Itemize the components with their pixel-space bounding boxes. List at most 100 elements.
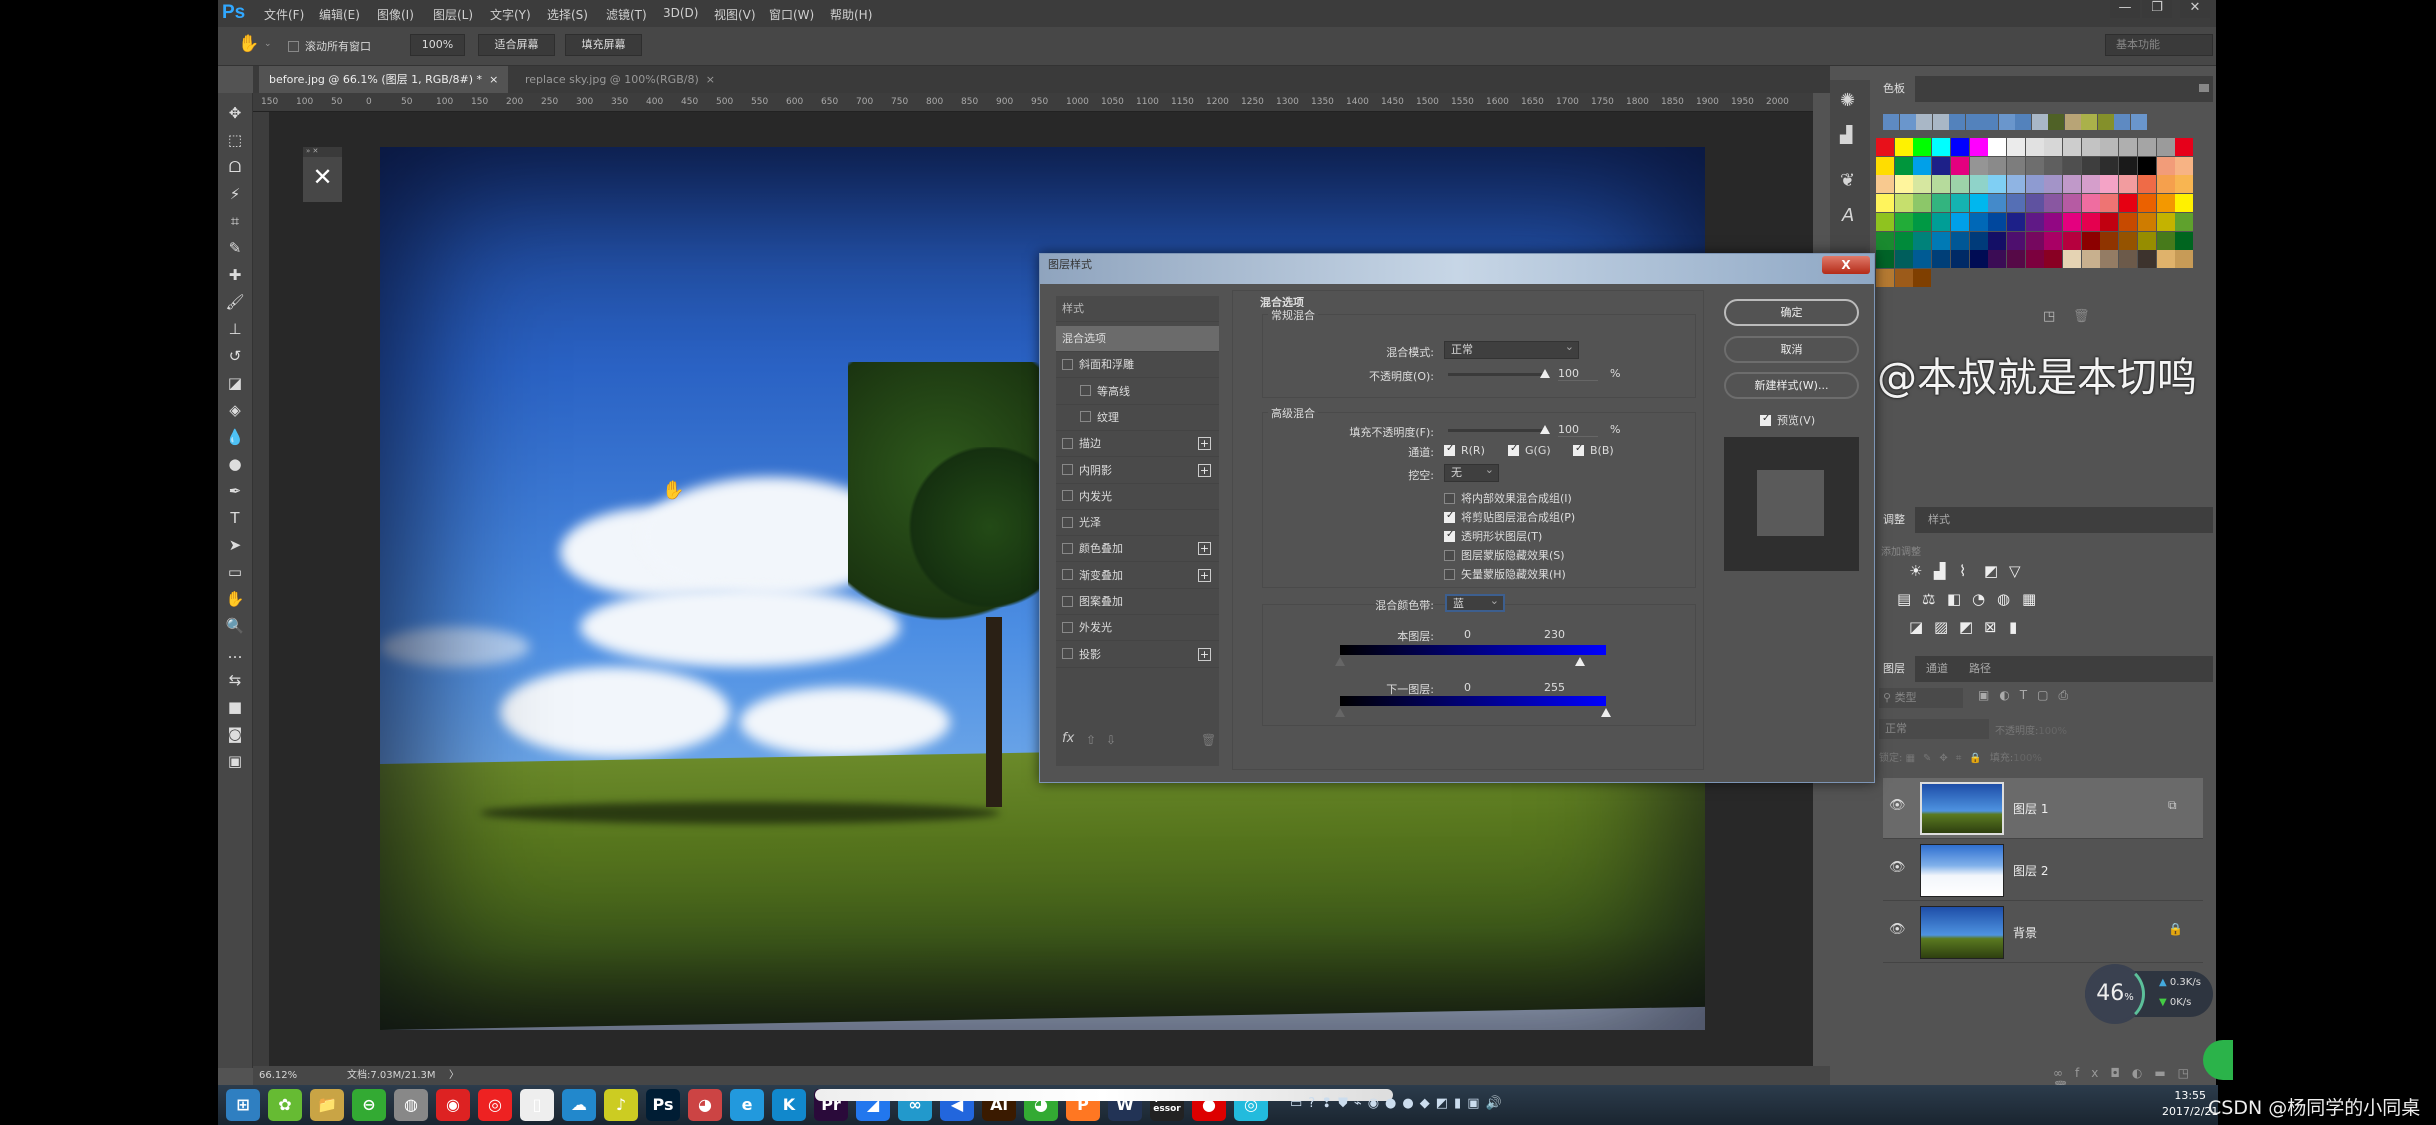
mask-icon[interactable]: ◘: [2110, 1066, 2132, 1080]
tray-icon[interactable]: ●: [1402, 1096, 1419, 1111]
close-tab-icon[interactable]: ×: [489, 73, 498, 86]
swatch[interactable]: [2100, 175, 2119, 194]
swatch[interactable]: [1913, 194, 1932, 213]
tab-adjustments[interactable]: 调整: [1873, 507, 1915, 533]
swatch[interactable]: [2063, 175, 2081, 194]
swatch[interactable]: [1950, 194, 1969, 213]
swatch[interactable]: [1932, 250, 1951, 269]
exposure-icon[interactable]: ◩: [1984, 562, 1998, 580]
checkbox-icon[interactable]: [1062, 542, 1073, 554]
checkbox-icon[interactable]: [1444, 492, 1455, 504]
style-item[interactable]: 混合选项: [1056, 326, 1219, 352]
collapse-icon[interactable]: » ✕: [303, 147, 342, 157]
fill-opacity-input[interactable]: 100: [1558, 423, 1598, 437]
checkbox-icon[interactable]: [1062, 648, 1073, 660]
underlying-white-handle[interactable]: [1601, 708, 1611, 717]
swatch[interactable]: [1876, 212, 1894, 231]
eye-icon[interactable]: 👁: [1889, 798, 1906, 813]
tray-icon[interactable]: ▮: [1454, 1096, 1467, 1111]
swatch[interactable]: [1988, 194, 2007, 213]
folder-icon[interactable]: 📁: [310, 1089, 344, 1121]
swatch[interactable]: [1969, 175, 1988, 194]
pen-tool-icon[interactable]: ✒: [222, 479, 248, 503]
photo-filter-icon[interactable]: ◔: [1972, 590, 1985, 608]
channel-b-checkbox[interactable]: B(B): [1573, 443, 1614, 457]
tab-styles[interactable]: 样式: [1918, 507, 1960, 533]
underlying-black-handle[interactable]: [1335, 708, 1345, 717]
swatch[interactable]: [2063, 231, 2081, 250]
menu-item[interactable]: 视图(V): [714, 6, 756, 23]
eye-icon[interactable]: 👁: [1889, 922, 1906, 937]
swatch[interactable]: [2044, 231, 2063, 250]
swatch-recent[interactable]: [2130, 114, 2147, 130]
swatch[interactable]: [1969, 212, 1988, 231]
crop-tool-icon[interactable]: ⌗: [222, 209, 248, 233]
channel-mixer-icon[interactable]: ◍: [1997, 590, 2010, 608]
style-item[interactable]: 投影 +: [1056, 642, 1219, 668]
swatch[interactable]: [2025, 175, 2044, 194]
move-up-icon[interactable]: ⇧: [1086, 733, 1096, 747]
checkbox-icon[interactable]: [1062, 569, 1073, 581]
adjustment-layer-icon[interactable]: ◐: [2132, 1066, 2154, 1080]
lasso-tool-icon[interactable]: ᗝ: [222, 155, 248, 179]
ie-icon[interactable]: e: [730, 1089, 764, 1121]
marquee-tool-icon[interactable]: ⬚: [222, 128, 248, 152]
swap-colors-icon[interactable]: ⇆: [222, 668, 248, 692]
swatch-recent[interactable]: [2064, 114, 2081, 130]
paint-bucket-icon[interactable]: ◈: [222, 398, 248, 422]
delete-swatch-icon[interactable]: 🗑: [2073, 309, 2090, 324]
swatch[interactable]: [1876, 231, 1894, 250]
checkbox-icon[interactable]: [1062, 516, 1073, 528]
swatch[interactable]: [2175, 212, 2194, 231]
style-item[interactable]: 颜色叠加 +: [1056, 536, 1219, 563]
color-lookup-icon[interactable]: ▦: [2022, 590, 2036, 608]
swatch[interactable]: [2156, 156, 2175, 175]
swatch[interactable]: [2156, 138, 2175, 156]
ok-button[interactable]: 确定: [1724, 299, 1859, 326]
swatch[interactable]: [2063, 138, 2081, 156]
swatch[interactable]: [1894, 156, 1913, 175]
swatch[interactable]: [2006, 194, 2025, 213]
swatch[interactable]: [1969, 194, 1988, 213]
menu-item[interactable]: 窗口(W): [769, 6, 814, 23]
styles-header[interactable]: 样式: [1056, 296, 1219, 322]
green-app-icon[interactable]: ⊖: [352, 1089, 386, 1121]
curves-icon[interactable]: ⌇: [1959, 562, 1966, 580]
underlying-gradient-bar[interactable]: [1340, 696, 1606, 706]
checkbox-icon[interactable]: [1444, 443, 1455, 456]
k-app-icon[interactable]: K: [772, 1089, 806, 1121]
healing-brush-icon[interactable]: ✚: [222, 263, 248, 287]
tab-paths[interactable]: 路径: [1959, 656, 2001, 682]
memory-gauge[interactable]: 46%: [2085, 964, 2145, 1024]
tray-icon[interactable]: ●: [1385, 1096, 1402, 1111]
swatch[interactable]: [2063, 250, 2081, 269]
advanced-option-checkbox[interactable]: 透明形状图层(T): [1444, 528, 1542, 544]
swatch[interactable]: [2119, 250, 2138, 269]
swatch[interactable]: [1932, 231, 1951, 250]
tray-icon[interactable]: ◉: [1368, 1096, 1385, 1111]
checkbox-icon[interactable]: [1062, 464, 1073, 475]
menu-item[interactable]: 帮助(H): [830, 6, 872, 23]
swatch[interactable]: [1950, 156, 1969, 175]
swatch[interactable]: [2156, 194, 2175, 213]
scroll-all-windows-checkbox[interactable]: 滚动所有窗口: [288, 38, 371, 54]
add-icon[interactable]: +: [1198, 542, 1211, 556]
opacity-value[interactable]: 100%: [2038, 726, 2067, 737]
menu-item[interactable]: 3D(D): [663, 6, 698, 20]
swatch[interactable]: [2137, 138, 2156, 156]
swatch[interactable]: [2175, 138, 2194, 156]
swatch[interactable]: [2025, 194, 2044, 213]
channel-r-checkbox[interactable]: R(R): [1444, 443, 1485, 457]
fx-button[interactable]: fx: [1062, 731, 1074, 746]
swatch[interactable]: [1913, 268, 1932, 287]
style-item[interactable]: 内阴影 +: [1056, 458, 1219, 484]
swatch[interactable]: [2100, 212, 2119, 231]
swatch[interactable]: [2044, 212, 2063, 231]
swatch[interactable]: [2081, 250, 2100, 269]
knockout-select[interactable]: 无: [1444, 462, 1499, 482]
swatch[interactable]: [2044, 194, 2063, 213]
new-style-button[interactable]: 新建样式(W)...: [1724, 372, 1859, 399]
this-layer-gradient-bar[interactable]: [1340, 645, 1606, 655]
swatch[interactable]: [1932, 212, 1951, 231]
start-orb-icon[interactable]: ⊞: [226, 1089, 260, 1121]
